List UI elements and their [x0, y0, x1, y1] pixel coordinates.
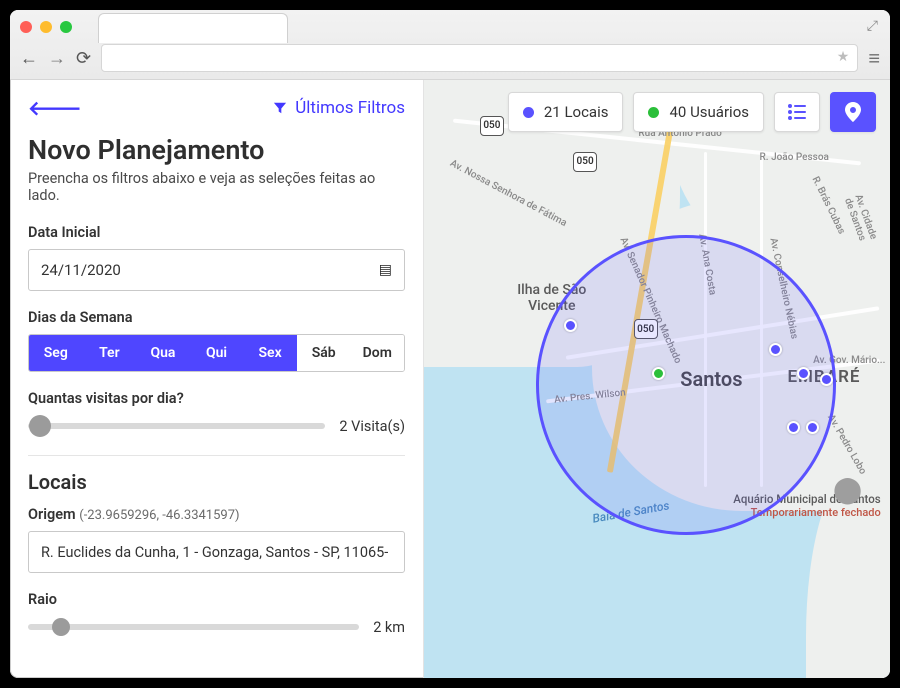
dot-icon [523, 107, 534, 118]
chip-locais[interactable]: 21 Locais [508, 92, 624, 132]
visits-slider[interactable] [28, 415, 325, 437]
last-filters-link[interactable]: Últimos Filtros [273, 98, 405, 118]
weekday-sab[interactable]: Sáb [297, 335, 351, 371]
last-filters-label: Últimos Filtros [295, 98, 405, 118]
weekday-seg[interactable]: Seg [29, 335, 83, 371]
page-title: Novo Planejamento [28, 134, 405, 166]
nav-forward-button[interactable]: → [48, 48, 66, 69]
browser-tab[interactable] [98, 13, 288, 43]
weekday-dom[interactable]: Dom [350, 335, 404, 371]
list-icon [787, 104, 807, 120]
route-shield: 050 [573, 152, 597, 172]
chip-usuarios[interactable]: 40 Usuários [633, 92, 764, 132]
weekdays-label: Dias da Semana [28, 309, 405, 326]
map-marker-local[interactable] [797, 367, 810, 380]
visits-value: 2 Visita(s) [339, 418, 405, 435]
weekday-selector: Seg Ter Qua Qui Sex Sáb Dom [28, 334, 405, 372]
browser-chrome: ⤢ ← → ⟳ ≡ [10, 10, 890, 80]
nav-back-button[interactable]: ← [20, 48, 38, 69]
window-close-button[interactable] [20, 21, 32, 33]
weekday-sex[interactable]: Sex [243, 335, 297, 371]
planning-sidebar: 🡐 Últimos Filtros Novo Planejamento Pree… [10, 80, 424, 678]
page-subtitle: Preencha os filtros abaixo e veja as sel… [28, 170, 405, 204]
window-minimize-button[interactable] [40, 21, 52, 33]
radius-value: 2 km [373, 619, 405, 636]
route-shield: 050 [480, 116, 504, 136]
filter-icon [273, 101, 287, 115]
view-map-button[interactable] [830, 92, 876, 132]
map-marker-local[interactable] [806, 421, 819, 434]
places-section-title: Locais [28, 470, 405, 494]
origin-coords: (-23.9659296, -46.3341597) [79, 508, 239, 523]
fullscreen-icon[interactable]: ⤢ [867, 18, 878, 34]
date-input[interactable]: 24/11/2020 ▤ [28, 249, 405, 291]
radius-slider[interactable] [28, 616, 359, 638]
weekday-ter[interactable]: Ter [83, 335, 137, 371]
view-list-button[interactable] [774, 92, 820, 132]
browser-window: ⤢ ← → ⟳ ≡ 🡐 Últimos Filtros [10, 10, 890, 678]
map-overlay-controls: 21 Locais 40 Usuários [508, 92, 876, 132]
browser-menu-icon[interactable]: ≡ [868, 46, 880, 71]
visits-label: Quantas visitas por dia? [28, 390, 405, 407]
back-button[interactable]: 🡐 [28, 96, 82, 120]
address-bar[interactable] [101, 44, 858, 72]
window-maximize-button[interactable] [60, 21, 72, 33]
map-pin-icon [845, 102, 861, 122]
nav-reload-button[interactable]: ⟳ [76, 48, 91, 69]
map-marker-local[interactable] [769, 343, 782, 356]
dot-icon [648, 107, 659, 118]
date-label: Data Inicial [28, 224, 405, 241]
poi-pin-icon: ⬤ [833, 475, 862, 505]
origin-value: R. Euclides da Cunha, 1 - Gonzaga, Santo… [41, 544, 388, 561]
radius-circle [536, 235, 836, 535]
divider [28, 455, 405, 456]
map-marker-local[interactable] [564, 319, 577, 332]
date-value: 24/11/2020 [41, 261, 121, 279]
weekday-qua[interactable]: Qua [136, 335, 190, 371]
origin-input[interactable]: R. Euclides da Cunha, 1 - Gonzaga, Santo… [28, 531, 405, 573]
map-panel[interactable]: Rua Antonio Prado R. João Pessoa Av. Pre… [424, 80, 890, 678]
calendar-icon: ▤ [379, 262, 392, 278]
weekday-qui[interactable]: Qui [190, 335, 244, 371]
radius-label: Raio [28, 591, 405, 608]
origin-label: Origem (-23.9659296, -46.3341597) [28, 506, 405, 523]
